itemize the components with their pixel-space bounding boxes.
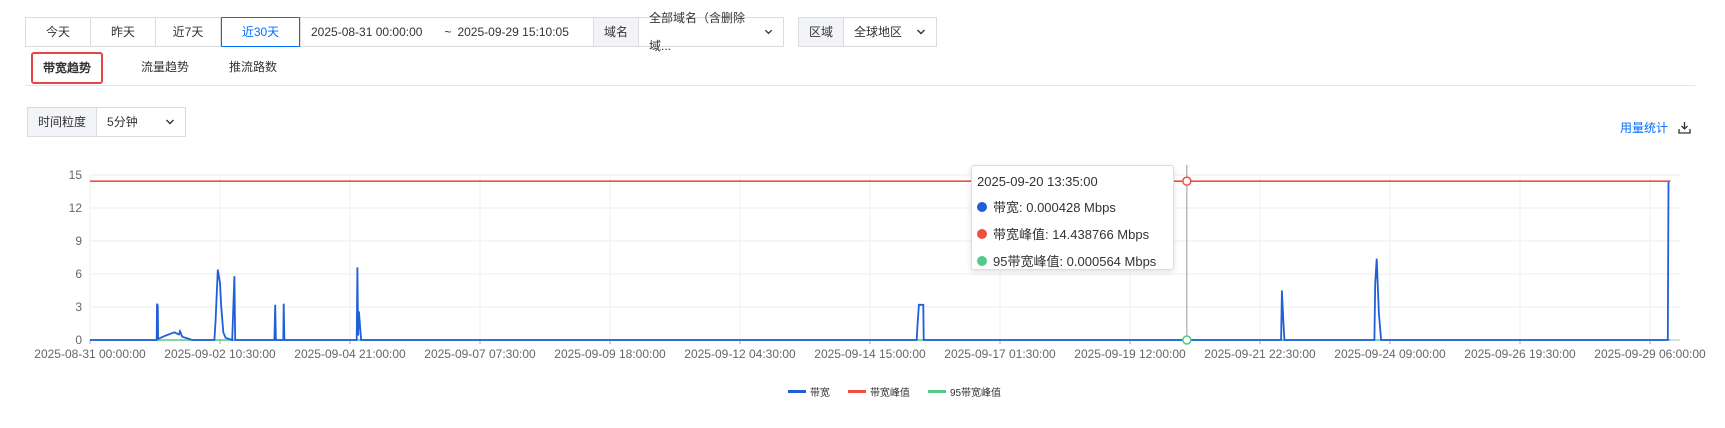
x-tick-label: 2025-09-14 15:00:00 [814,347,926,361]
y-tick-label: 12 [69,201,83,215]
series-bandwidth-line [90,181,1670,342]
chart-legend: 带宽 带宽峰值 95带宽峰值 [0,384,1725,399]
y-tick-label: 15 [69,168,83,182]
chart-cursor [1182,165,1192,345]
y-tick-label: 3 [75,300,82,314]
download-icon[interactable] [1678,121,1691,134]
domain-filter[interactable]: 域名 全部域名（含删除域... [593,11,785,53]
granularity-filter[interactable]: 时间粒度 5分钟 [27,107,187,137]
y-tick-label: 6 [75,267,82,281]
range-30d-button[interactable]: 近30天 [221,17,300,47]
cursor-point-peak [1182,176,1192,186]
x-tick-label: 2025-09-09 18:00:00 [554,347,666,361]
bandwidth-chart: 0 3 6 9 12 15 2025-08-31 00:00:00 2025-09-02 1… [34,165,1706,361]
legend-dot-icon [977,255,987,266]
cursor-point-p95 [1182,335,1192,345]
tooltip-row-peak: 带宽峰值: 14.438766 Mbps [977,224,1168,243]
x-tick-label: 2025-09-02 10:30:00 [164,347,276,361]
tab-bandwidth-trend[interactable]: 带宽趋势 [31,52,104,84]
x-tick-label: 2025-09-12 04:30:00 [684,347,796,361]
legend-item-p95[interactable]: 95带宽峰值 [927,384,1001,399]
chart-grid [89,174,1680,341]
y-tick-label: 9 [75,234,82,248]
x-tick-label: 2025-09-07 07:30:00 [424,347,536,361]
x-tick-label: 2025-08-31 00:00:00 [34,347,146,361]
x-axis-ticks: 2025-08-31 00:00:00 2025-09-02 10:30:00 20… [34,340,1706,361]
granularity-select[interactable]: 5分钟 [97,108,185,136]
date-range-picker[interactable]: 2025-08-31 00:00:00 ~ 2025-09-29 15:10:0… [300,18,624,46]
range-yesterday-button[interactable]: 昨天 [91,18,156,46]
legend-item-bandwidth[interactable]: 带宽 [787,384,830,399]
region-filter-select[interactable]: 全球地区 [844,18,936,46]
x-tick-label: 2025-09-19 12:00:00 [1074,347,1186,361]
quick-range-group: 今天 昨天 近7天 近30天 2025-08-31 00:00:00 ~ 202… [25,17,625,47]
x-tick-label: 2025-09-21 22:30:00 [1204,347,1316,361]
chart-series [90,180,1671,342]
x-tick-label: 2025-09-17 01:30:00 [944,347,1056,361]
domain-filter-label: 域名 [594,18,640,46]
chevron-down-icon [917,29,926,35]
date-end: 2025-09-29 15:10:05 [457,25,569,39]
tooltip-row-bandwidth: 带宽: 0.000428 Mbps [977,197,1168,216]
legend-item-peak[interactable]: 带宽峰值 [847,384,910,399]
domain-filter-select[interactable]: 全部域名（含删除域... [639,11,783,53]
time-toolbar: 今天 昨天 近7天 近30天 2025-08-31 00:00:00 ~ 202… [25,17,625,47]
region-filter-value: 全球地区 [854,25,903,39]
x-tick-label: 2025-09-26 19:30:00 [1464,347,1576,361]
region-filter[interactable]: 区域 全球地区 [798,17,938,47]
y-axis-ticks: 0 3 6 9 12 15 [69,168,83,347]
x-tick-label: 2025-09-29 06:00:00 [1594,347,1706,361]
range-today-button[interactable]: 今天 [26,18,91,46]
legend-dot-icon [977,201,987,212]
granularity-value: 5分钟 [107,115,138,129]
legend-dot-icon [977,228,987,239]
x-tick-label: 2025-09-04 21:00:00 [294,347,406,361]
usage-stats-link[interactable]: 用量统计 [1620,119,1691,136]
granularity-label: 时间粒度 [28,108,98,136]
chevron-down-icon [764,29,773,35]
chevron-down-icon [166,119,175,125]
tooltip-time: 2025-09-20 13:35:00 [977,174,1098,189]
tab-traffic-trend[interactable]: 流量趋势 [131,52,199,85]
date-start: 2025-08-31 00:00:00 [311,25,423,39]
date-separator: ~ [444,25,452,39]
range-7d-button[interactable]: 近7天 [156,18,221,46]
y-tick-label: 0 [75,333,82,347]
metric-tabs: 带宽趋势 流量趋势 推流路数 [25,52,1695,86]
region-filter-label: 区域 [799,18,845,46]
chart-tooltip: 2025-09-20 13:35:00 带宽: 0.000428 Mbps 带宽… [971,165,1174,270]
usage-stats-label: 用量统计 [1619,121,1668,135]
tab-stream-count[interactable]: 推流路数 [219,52,287,85]
tooltip-row-p95: 95带宽峰值: 0.000564 Mbps [977,251,1168,270]
x-tick-label: 2025-09-24 09:00:00 [1334,347,1446,361]
